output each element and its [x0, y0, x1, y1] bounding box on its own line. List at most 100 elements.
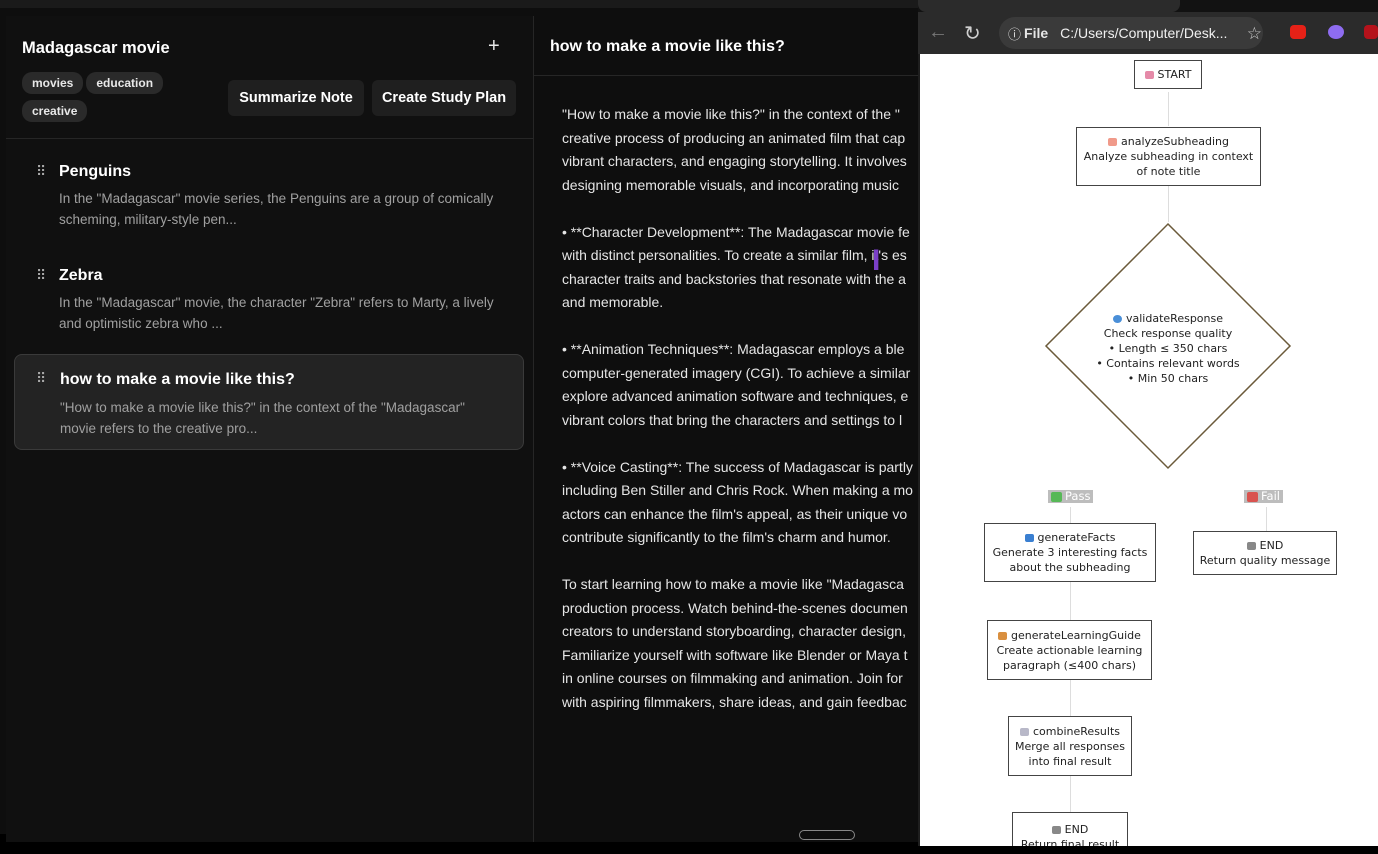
badge-label: Fail — [1261, 489, 1280, 503]
window-bottom-edge — [918, 846, 1378, 854]
window-top-edge — [0, 0, 918, 8]
node-name: validateResponse — [1126, 311, 1223, 325]
node-desc: of note title — [1136, 165, 1201, 178]
subheading-title: Zebra — [59, 267, 103, 284]
fail-badge: Fail — [1244, 490, 1283, 503]
subheading-item-active[interactable]: ⠿ how to make a movie like this? "How to… — [14, 354, 524, 450]
check-icon — [1051, 491, 1062, 502]
connector — [1168, 92, 1169, 126]
content-paragraph: • **Voice Casting**: The success of Mada… — [562, 456, 918, 550]
connector — [1070, 776, 1071, 812]
start-node[interactable]: START — [1134, 60, 1202, 89]
connector — [1070, 507, 1071, 523]
bookmark-star-icon[interactable]: ☆ — [1247, 24, 1262, 44]
node-name: END — [1259, 539, 1284, 552]
analyze-subheading-node[interactable]: analyzeSubheading Analyze subheading in … — [1076, 127, 1261, 186]
node-desc: • Min 50 chars — [1127, 371, 1209, 385]
subheading-detail: how to make a movie like this? "How to m… — [534, 16, 918, 842]
connector — [1168, 186, 1169, 222]
divider — [534, 75, 918, 76]
sparkle-icon — [1144, 71, 1154, 79]
scrollbar[interactable] — [799, 830, 855, 840]
flow-diagram: START analyzeSubheading Analyze subheadi… — [920, 54, 1378, 846]
content-line: including Ben Stiller and Chris Rock. Wh… — [562, 482, 913, 498]
books-icon — [998, 631, 1008, 640]
node-desc: Create actionable learning — [996, 643, 1143, 657]
content-line: and memorable. — [562, 294, 664, 310]
connector — [1070, 582, 1071, 620]
url-text: C:/Users/Computer/Desk... — [1060, 25, 1228, 41]
subheading-preview: In the "Madagascar" movie series, the Pe… — [59, 191, 494, 227]
end-final-node[interactable]: END Return final result — [1012, 812, 1128, 846]
node-name: generateLearningGuide — [1011, 628, 1141, 642]
text-cursor-icon: I — [872, 244, 881, 277]
address-bar[interactable]: ⓘ File C:/Users/Computer/Desk... — [999, 17, 1263, 49]
validate-response-node: validateResponse Check response quality … — [1080, 310, 1256, 386]
browser-window: ← ↻ ⓘ File C:/Users/Computer/Desk... ☆ S… — [918, 0, 1378, 854]
youtube-extension-icon[interactable] — [1290, 25, 1306, 39]
divider — [6, 138, 533, 139]
node-desc: Return quality message — [1199, 554, 1331, 567]
subheading-preview: In the "Madagascar" movie, the character… — [59, 295, 494, 331]
pass-badge: Pass — [1048, 490, 1094, 503]
content-line: with aspiring filmmakers, share ideas, a… — [562, 693, 907, 710]
tag-chip[interactable]: education — [86, 72, 164, 94]
detail-title: how to make a movie like this? — [550, 38, 785, 55]
content-line: vibrant characters, and engaging storyte… — [562, 153, 907, 169]
create-study-plan-button[interactable]: Create Study Plan — [372, 80, 516, 116]
flag-icon — [1051, 826, 1061, 834]
content-line: vibrant colors that bring the characters… — [562, 411, 903, 428]
tag-chip[interactable]: creative — [22, 100, 88, 122]
content-line: To start learning how to make a movie li… — [562, 576, 904, 592]
connector — [1266, 507, 1267, 531]
pencil-icon — [1108, 138, 1117, 146]
combine-results-node[interactable]: combineResults Merge all responses into … — [1008, 716, 1132, 776]
subheading-item[interactable]: ⠿ Penguins In the "Madagascar" movie ser… — [14, 154, 522, 234]
back-icon[interactable]: ← — [928, 21, 948, 44]
content-paragraph: • **Animation Techniques**: Madagascar e… — [562, 338, 918, 432]
node-desc: • Length ≤ 350 chars — [1108, 341, 1228, 355]
shield-extension-icon[interactable] — [1328, 25, 1344, 39]
add-subheading-button[interactable]: + — [488, 35, 500, 58]
content-line: • **Character Development**: The Madagas… — [562, 223, 910, 240]
content-line: character traits and backstories that re… — [562, 270, 906, 287]
note-title: Madagascar movie — [22, 39, 170, 57]
summarize-note-button[interactable]: Summarize Note — [228, 80, 364, 116]
reload-icon[interactable]: ↻ — [964, 21, 981, 46]
content-line: "How to make a movie like this?" in the … — [562, 106, 900, 122]
node-desc: • Contains relevant words — [1096, 356, 1240, 370]
ublock-extension-icon[interactable] — [1364, 25, 1378, 39]
generate-facts-node[interactable]: generateFacts Generate 3 interesting fac… — [984, 523, 1156, 582]
node-desc: Return final result — [1020, 838, 1120, 846]
node-label: START — [1157, 68, 1192, 81]
info-icon[interactable]: ⓘ — [1008, 24, 1021, 43]
link-icon — [1020, 727, 1029, 736]
drag-handle-icon[interactable]: ⠿ — [36, 370, 46, 387]
tag-chip[interactable]: movies — [22, 72, 84, 94]
subheading-title: how to make a movie like this? — [60, 371, 295, 388]
search-icon — [1113, 314, 1122, 323]
detail-content: "How to make a movie like this?" in the … — [562, 103, 918, 738]
node-desc: paragraph (≤400 chars) — [1003, 658, 1136, 672]
file-scheme-label: File — [1024, 25, 1049, 41]
content-paragraph: "How to make a movie like this?" in the … — [562, 103, 918, 197]
browser-tab[interactable] — [918, 0, 1180, 12]
subheading-preview: "How to make a movie like this?" in the … — [60, 400, 465, 436]
drag-handle-icon[interactable]: ⠿ — [36, 163, 46, 180]
node-desc: Check response quality — [1103, 326, 1233, 340]
subheading-title: Penguins — [59, 163, 132, 180]
content-line: • **Animation Techniques**: Madagascar e… — [562, 341, 905, 357]
node-name: END — [1064, 823, 1089, 836]
generate-learning-guide-node[interactable]: generateLearningGuide Create actionable … — [987, 620, 1152, 680]
bar-chart-icon — [1024, 534, 1034, 542]
node-name: combineResults — [1033, 724, 1120, 738]
notes-app: Madagascar movie + movies education creati… — [0, 8, 918, 842]
node-name: analyzeSubheading — [1121, 135, 1229, 148]
node-desc: Analyze subheading in context — [1083, 150, 1254, 163]
node-desc: into final result — [1028, 754, 1112, 768]
drag-handle-icon[interactable]: ⠿ — [36, 267, 46, 284]
subheading-item[interactable]: ⠿ Zebra In the "Madagascar" movie, the c… — [14, 258, 522, 338]
content-line: creators to understand storyboarding, ch… — [562, 623, 906, 639]
end-quality-node[interactable]: END Return quality message — [1193, 531, 1337, 575]
content-line: production process. Watch behind-the-sce… — [562, 599, 908, 616]
